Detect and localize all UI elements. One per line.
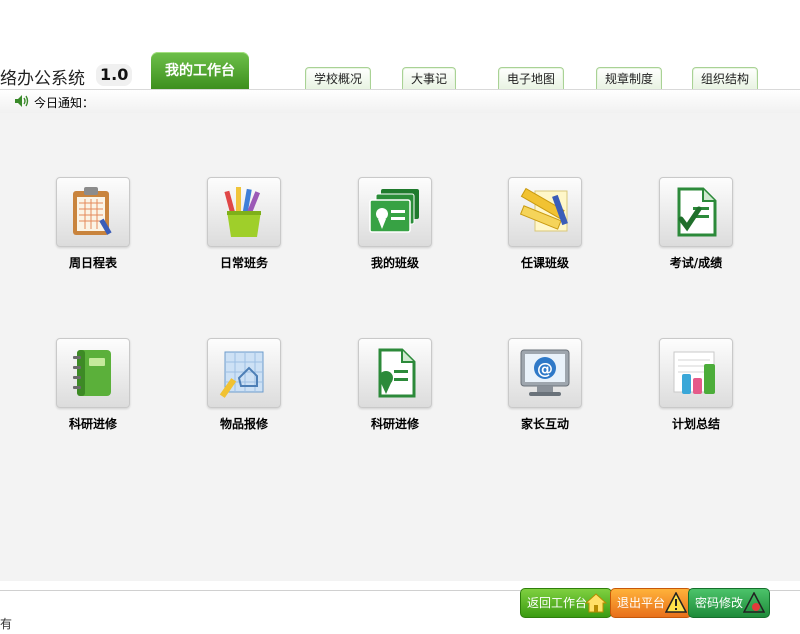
tab-school-overview[interactable]: 学校概况 [305, 67, 372, 89]
certificate-icon [378, 348, 416, 398]
app-tile[interactable] [207, 177, 281, 247]
app-exam-scores[interactable]: 考试/成绩 [646, 177, 746, 271]
app-title: 络办公系统 [0, 69, 85, 89]
app-label: 科研进修 [370, 417, 419, 431]
exam-check-icon [677, 187, 717, 237]
app-version: 1.0 [96, 64, 133, 86]
app-label: 任课班级 [520, 256, 569, 270]
home-icon [585, 593, 607, 613]
speaker-icon [15, 95, 29, 107]
app-label: 计划总结 [671, 417, 720, 431]
bar-report-icon [673, 351, 715, 394]
app-tile[interactable] [56, 177, 130, 247]
app-tile[interactable]: @ [508, 338, 582, 408]
blueprint-icon [219, 351, 264, 398]
app-label: 物品报修 [219, 417, 268, 431]
main-area: 周日程表 日常班务 我的班级 任课班级 考试/成绩 科研进修 物品报修 科研进修… [0, 113, 800, 581]
tab-events[interactable]: 大事记 [402, 67, 457, 89]
app-label: 日常班务 [219, 256, 268, 270]
app-tile[interactable] [56, 338, 130, 408]
exit-platform-button[interactable]: 退出平台 [610, 588, 692, 618]
app-tile[interactable] [508, 177, 582, 247]
app-parent-interaction[interactable]: @ 家长互动 [495, 338, 595, 432]
notice-label: 今日通知： [34, 96, 95, 110]
app-plan-summary[interactable]: 计划总结 [646, 338, 746, 432]
app-tile[interactable] [659, 177, 733, 247]
app-tile[interactable] [358, 338, 432, 408]
tab-rules[interactable]: 规章制度 [596, 67, 663, 89]
return-workbench-button[interactable]: 返回工作台 [520, 588, 612, 618]
app-weekly-schedule[interactable]: 周日程表 [43, 177, 143, 271]
app-daily-class-affairs[interactable]: 日常班务 [194, 177, 294, 271]
key-warning-icon [743, 592, 765, 613]
class-cards-icon [369, 189, 419, 233]
header: 络办公系统 1.0 我的工作台 学校概况 大事记 电子地图 规章制度 组织结构 [0, 0, 800, 90]
warning-icon [665, 592, 687, 613]
pencil-cup-icon [224, 187, 261, 237]
tab-my-workbench[interactable]: 我的工作台 [151, 52, 249, 90]
status-text: 有 [0, 617, 13, 631]
clipboard-schedule-icon [73, 187, 112, 235]
app-label: 家长互动 [520, 417, 569, 431]
exit-platform-label: 退出平台 [617, 596, 666, 610]
return-workbench-label: 返回工作台 [527, 596, 588, 610]
app-label: 科研进修 [68, 417, 117, 431]
app-tile[interactable] [358, 177, 432, 247]
app-tile[interactable] [659, 338, 733, 408]
app-label: 周日程表 [68, 256, 117, 270]
change-password-label: 密码修改 [695, 596, 744, 610]
app-teaching-class[interactable]: 任课班级 [495, 177, 595, 271]
app-my-class[interactable]: 我的班级 [345, 177, 445, 271]
green-notebook-icon [73, 350, 111, 396]
app-research-training-2[interactable]: 科研进修 [345, 338, 445, 432]
tab-map[interactable]: 电子地图 [498, 67, 565, 89]
app-label: 我的班级 [370, 256, 419, 270]
notice-bar: 今日通知： [0, 89, 800, 114]
monitor-at-icon: @ [520, 349, 570, 396]
app-label: 考试/成绩 [669, 256, 723, 270]
change-password-button[interactable]: 密码修改 [688, 588, 770, 618]
app-item-repair[interactable]: 物品报修 [194, 338, 294, 432]
app-research-training-1[interactable]: 科研进修 [43, 338, 143, 432]
tab-organization[interactable]: 组织结构 [692, 67, 759, 89]
app-tile[interactable] [207, 338, 281, 408]
ruler-notes-icon [519, 187, 568, 232]
svg-text:@: @ [537, 359, 553, 378]
